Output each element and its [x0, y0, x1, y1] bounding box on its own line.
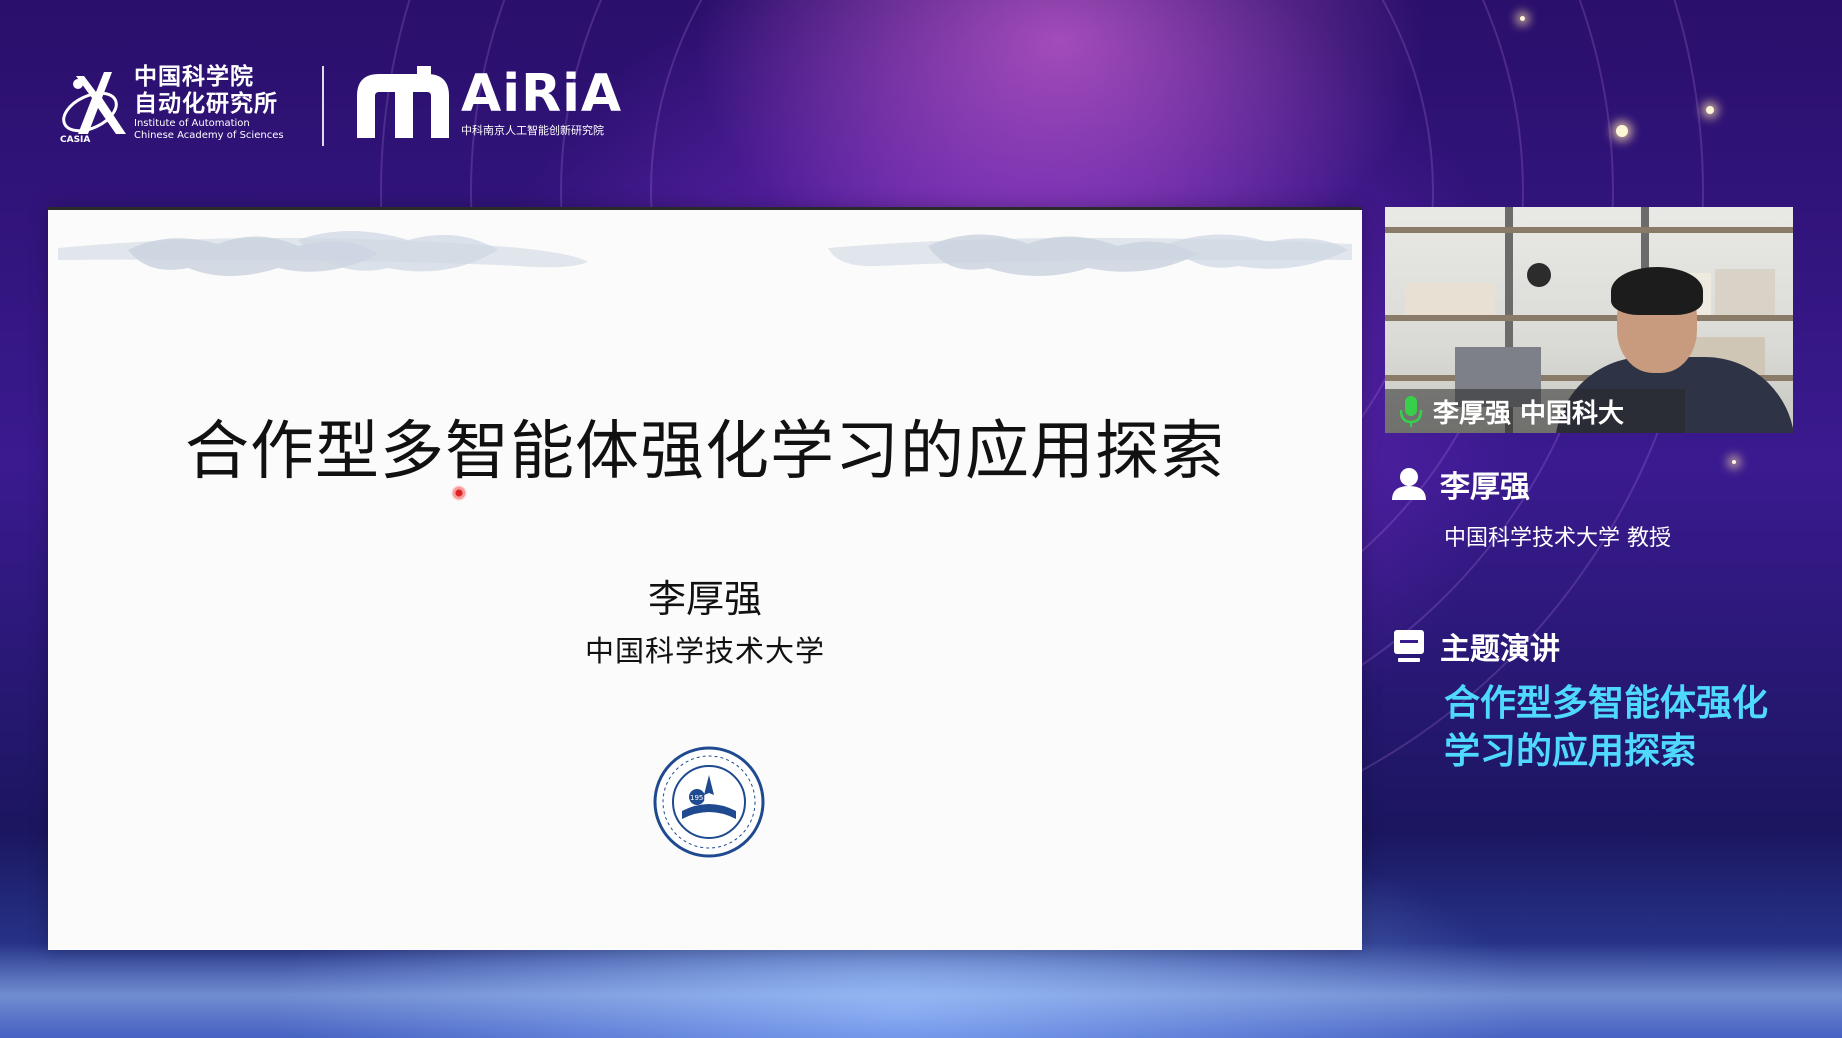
airia-emblem-icon [357, 66, 449, 138]
star-sparkle [1616, 125, 1628, 137]
star-sparkle [1706, 106, 1714, 114]
microphone-icon [1399, 396, 1423, 427]
shelf-clock [1527, 263, 1551, 287]
webcam-name-bar: 李厚强 中国科大 [1385, 389, 1685, 433]
slide-author: 李厚强 [647, 577, 762, 621]
casia-name-en-line1: Institute of Automation [134, 118, 250, 129]
shelf-board [1385, 227, 1793, 233]
airia-subtitle: 中科南京人工智能创新研究院 [461, 124, 604, 137]
webcam-name-label: 李厚强 中国科大 [1433, 398, 1625, 429]
speaker-name: 李厚强 [1440, 470, 1530, 505]
university-seal-icon: 1958 [653, 746, 765, 858]
star-sparkle [1520, 16, 1525, 21]
speaker-affiliation: 中国科学技术大学 教授 [1444, 526, 1671, 551]
svg-text:1958: 1958 [690, 794, 708, 802]
topic-label: 主题演讲 [1440, 632, 1560, 667]
airia-wordmark: AiRiA [461, 64, 623, 124]
speaker-webcam-video: 李厚强 中国科大 [1385, 207, 1793, 433]
speaker-info: 李厚强 [1390, 462, 1530, 506]
presentation-slide: 合作型多智能体强化学习的应用探索 李厚强 中国科学技术大学 1958 [48, 207, 1362, 950]
casia-name-cn-line1: 中国科学院 [134, 64, 254, 90]
cloud-decoration [58, 231, 1352, 276]
shelf-books [1405, 283, 1495, 315]
logo-divider [322, 66, 324, 146]
casia-emblem-icon: CASIA [60, 72, 126, 145]
star-sparkle [1732, 460, 1736, 464]
casia-logo: CASIA 中国科学院 自动化研究所 Institute of Automati… [58, 64, 284, 146]
svg-text:CASIA: CASIA [60, 135, 90, 145]
slide-affiliation: 中国科学技术大学 [584, 634, 825, 668]
topic-header: 主题演讲 [1390, 624, 1560, 668]
airia-logo: AiRiA 中科南京人工智能创新研究院 [353, 66, 622, 144]
person-icon [1392, 468, 1426, 500]
shelf-board [1385, 315, 1793, 321]
casia-name-en-line2: Chinese Academy of Sciences [134, 130, 284, 141]
speaker-hair [1611, 267, 1703, 315]
screen-icon [1394, 630, 1424, 662]
bottom-light-streak [0, 943, 1842, 1038]
shelf-books [1715, 269, 1775, 315]
topic-title: 合作型多智能体强化学习的应用探索 [1444, 683, 1769, 772]
slide-title: 合作型多智能体强化学习的应用探索 [185, 415, 1225, 489]
laser-pointer-dot [451, 485, 467, 501]
casia-name-cn-line2: 自动化研究所 [134, 91, 278, 117]
